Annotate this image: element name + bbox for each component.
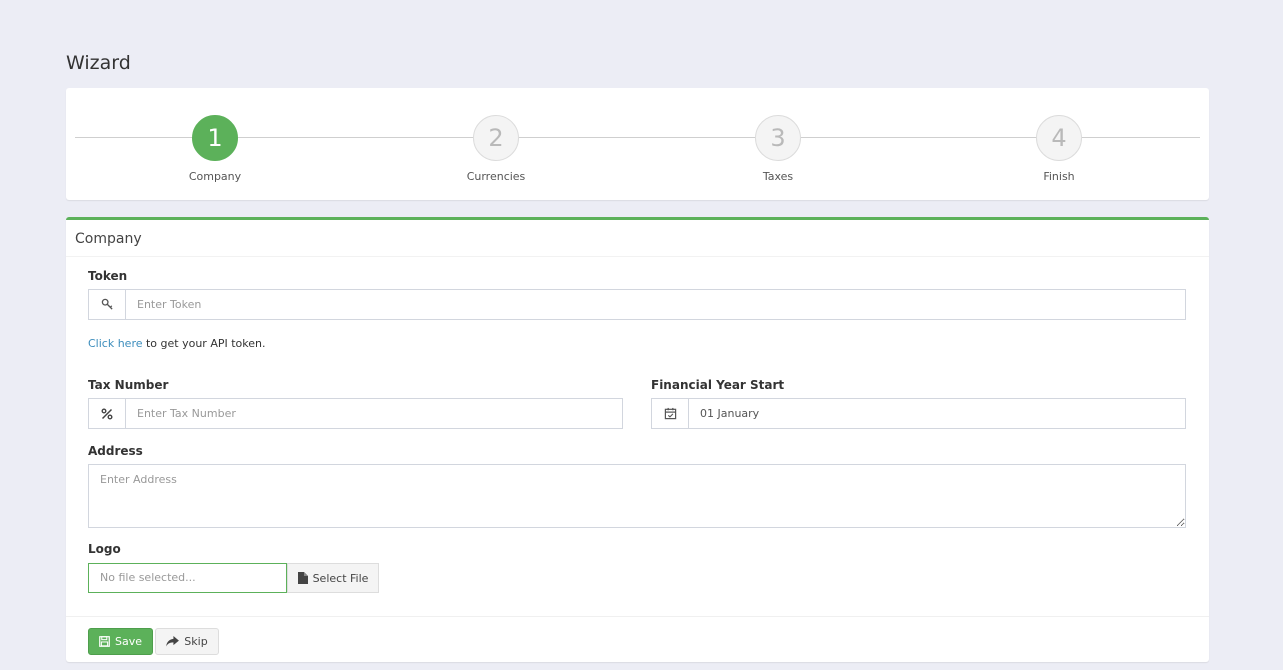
api-token-helper: Click here to get your API token. bbox=[88, 337, 265, 350]
financial-year-input[interactable] bbox=[689, 399, 1185, 428]
step-company[interactable]: 1 Company bbox=[155, 115, 275, 183]
tax-number-input[interactable] bbox=[126, 399, 622, 428]
step-number: 1 bbox=[192, 115, 238, 161]
step-label: Company bbox=[188, 170, 242, 183]
file-icon bbox=[297, 572, 308, 584]
save-label: Save bbox=[114, 635, 142, 648]
skip-button[interactable]: Skip bbox=[155, 628, 219, 655]
step-finish[interactable]: 4 Finish bbox=[999, 115, 1119, 183]
tax-number-input-group bbox=[88, 398, 623, 429]
token-label: Token bbox=[88, 269, 128, 283]
step-currencies[interactable]: 2 Currencies bbox=[436, 115, 556, 183]
card-header-divider bbox=[66, 256, 1209, 257]
step-number: 2 bbox=[473, 115, 519, 161]
save-button[interactable]: Save bbox=[88, 628, 153, 655]
floppy-disk-icon bbox=[99, 636, 110, 647]
logo-file-display[interactable]: No file selected... bbox=[88, 563, 287, 593]
step-number: 3 bbox=[755, 115, 801, 161]
address-label: Address bbox=[88, 444, 143, 458]
helper-text: to get your API token. bbox=[142, 337, 266, 350]
skip-label: Skip bbox=[184, 635, 208, 648]
page-title: Wizard bbox=[66, 52, 131, 74]
percent-icon bbox=[89, 399, 126, 428]
address-textarea[interactable] bbox=[88, 464, 1186, 528]
select-file-button[interactable]: Select File bbox=[287, 563, 379, 593]
wizard-stepper: 1 Company 2 Currencies 3 Taxes 4 Finish bbox=[66, 88, 1209, 200]
form-title: Company bbox=[75, 231, 142, 247]
share-arrow-icon bbox=[166, 636, 180, 647]
footer-divider bbox=[66, 616, 1209, 617]
logo-label: Logo bbox=[88, 542, 121, 556]
company-form-card: Company Token Click here to get your API… bbox=[66, 217, 1209, 662]
financial-year-label: Financial Year Start bbox=[651, 378, 785, 392]
tax-number-label: Tax Number bbox=[88, 378, 169, 392]
step-taxes[interactable]: 3 Taxes bbox=[718, 115, 838, 183]
token-input[interactable] bbox=[126, 290, 1185, 319]
step-label: Finish bbox=[1043, 170, 1075, 183]
step-label: Currencies bbox=[466, 170, 526, 183]
calendar-icon bbox=[652, 399, 689, 428]
step-number: 4 bbox=[1036, 115, 1082, 161]
key-icon bbox=[89, 290, 126, 319]
token-input-group bbox=[88, 289, 1186, 320]
financial-year-input-group bbox=[651, 398, 1186, 429]
get-api-token-link[interactable]: Click here bbox=[88, 337, 143, 350]
step-label: Taxes bbox=[762, 170, 794, 183]
select-file-label: Select File bbox=[312, 571, 369, 585]
